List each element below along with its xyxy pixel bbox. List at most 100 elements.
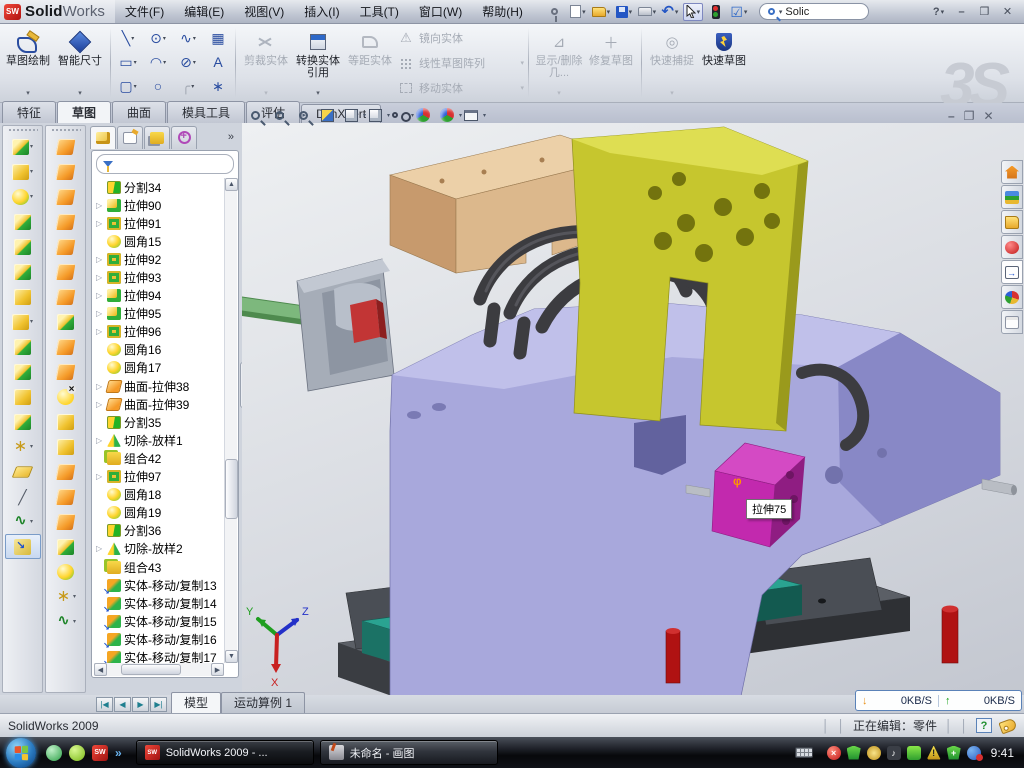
- tray-icon[interactable]: !: [927, 746, 941, 760]
- quick-snaps-button[interactable]: ◎ 快速捕捉 ▾: [646, 27, 698, 99]
- taskbar-item-solidworks[interactable]: SW SolidWorks 2009 - ...: [136, 740, 314, 765]
- expand-arrow[interactable]: ▷: [96, 436, 104, 445]
- tray-icon[interactable]: [907, 746, 921, 760]
- tree-item[interactable]: ▷ 拉伸95: [94, 305, 224, 323]
- command-tab[interactable]: 曲面: [112, 101, 166, 123]
- hud-tool-button[interactable]: [341, 106, 361, 124]
- messenger-icon[interactable]: [46, 745, 62, 761]
- toolbar-button[interactable]: [5, 259, 41, 284]
- tree-item[interactable]: ▷ 拉伸92: [94, 250, 224, 268]
- doc-minimize-button[interactable]: –: [948, 109, 955, 123]
- display-delete-relations-button[interactable]: ⊿ 显示/删除几... ▾: [533, 27, 585, 99]
- expand-arrow[interactable]: ▷: [96, 273, 104, 282]
- save-button[interactable]: ▾: [614, 3, 634, 21]
- tree-item[interactable]: ▷ 实体-移动/复制14: [94, 594, 224, 612]
- search-box[interactable]: ▾: [759, 3, 869, 20]
- tree-item[interactable]: ▷ 拉伸96: [94, 323, 224, 341]
- solidworks-quicklaunch-icon[interactable]: SW: [92, 745, 108, 761]
- toolbar-button[interactable]: [48, 459, 84, 484]
- hud-tool-button[interactable]: [293, 106, 313, 124]
- toolbar-button[interactable]: [48, 209, 84, 234]
- new-file-button[interactable]: ▾: [568, 3, 588, 21]
- scroll-left-button[interactable]: ◀: [94, 663, 107, 676]
- toolbar-button[interactable]: [5, 459, 41, 484]
- start-button[interactable]: [6, 738, 36, 768]
- hud-tool-button[interactable]: [389, 106, 409, 124]
- task-pane-tab[interactable]: [1001, 285, 1023, 309]
- spline-tool[interactable]: ∿▾: [173, 30, 203, 47]
- expand-arrow[interactable]: ▷: [96, 400, 104, 409]
- tree-item[interactable]: ▷ 拉伸94: [94, 287, 224, 305]
- task-pane-tab[interactable]: [1001, 160, 1023, 184]
- taskbar-item-paint[interactable]: 未命名 - 画图: [320, 740, 498, 765]
- doc-close-button[interactable]: ✕: [983, 109, 993, 123]
- menu-item[interactable]: 窗口(W): [409, 0, 472, 23]
- toolbar-button[interactable]: [48, 284, 84, 309]
- menu-item[interactable]: 帮助(H): [472, 0, 533, 23]
- green-app-icon[interactable]: [69, 745, 85, 761]
- toolbar-button[interactable]: [5, 284, 41, 309]
- tree-item[interactable]: ▷ 实体-移动/复制15: [94, 612, 224, 630]
- tray-icon[interactable]: +: [947, 746, 961, 760]
- doc-restore-button[interactable]: ❐: [964, 109, 975, 123]
- toolbar-button[interactable]: [5, 234, 41, 259]
- tray-icon[interactable]: [867, 746, 881, 760]
- linear-pattern-button[interactable]: 线性草图阵列▾: [398, 53, 526, 73]
- menu-item[interactable]: 插入(I): [294, 0, 349, 23]
- text-tool[interactable]: A: [203, 54, 233, 70]
- panel-overflow-chevron[interactable]: »: [228, 131, 240, 143]
- expand-arrow[interactable]: ▷: [96, 309, 104, 318]
- tab-dimxpert-manager[interactable]: [171, 126, 197, 149]
- tray-icon[interactable]: [847, 746, 861, 760]
- tree-horizontal-scrollbar[interactable]: ◀ ▶: [94, 663, 224, 676]
- toolbar-button[interactable]: [48, 134, 84, 159]
- toolbar-button[interactable]: [48, 609, 84, 634]
- tree-item[interactable]: ▷ 圆角15: [94, 232, 224, 250]
- rebuild-traffic-light-icon[interactable]: [706, 3, 726, 21]
- tree-item[interactable]: ▷ 分割35: [94, 413, 224, 431]
- sketch-fillet-tool[interactable]: ╭▾: [173, 78, 203, 95]
- tree-item[interactable]: ▷ 拉伸91: [94, 214, 224, 232]
- close-button[interactable]: ✕: [999, 4, 1016, 19]
- circle-tool[interactable]: ⊙▾: [143, 30, 173, 47]
- hscroll-thumb[interactable]: [121, 664, 181, 675]
- viewport[interactable]: φ Y Z X: [242, 123, 1024, 695]
- scroll-right-button[interactable]: ▶: [211, 663, 224, 676]
- toolbar-button[interactable]: [48, 384, 84, 409]
- ellipse-tool[interactable]: ⊘▾: [173, 54, 203, 71]
- toolbar-button[interactable]: [48, 234, 84, 259]
- tree-item[interactable]: ▷ 曲面-拉伸39: [94, 395, 224, 413]
- task-pane-tab[interactable]: [1001, 235, 1023, 259]
- tree-item[interactable]: ▷ 分割36: [94, 522, 224, 540]
- search-input[interactable]: [785, 6, 845, 18]
- tree-item[interactable]: ▷ 圆角18: [94, 486, 224, 504]
- undo-button[interactable]: ↶▾: [660, 3, 680, 21]
- scroll-down-button[interactable]: ▼: [225, 650, 238, 663]
- expand-arrow[interactable]: ▷: [96, 255, 104, 264]
- toolbar-button[interactable]: [48, 484, 84, 509]
- expand-arrow[interactable]: ▷: [96, 327, 104, 336]
- toolbar-button[interactable]: [48, 259, 84, 284]
- tab-motion-study[interactable]: 运动算例 1: [221, 692, 305, 713]
- rapid-sketch-button[interactable]: 快速草图: [698, 27, 750, 99]
- menu-item[interactable]: 工具(T): [350, 0, 409, 23]
- point-tool[interactable]: ∗: [203, 78, 233, 95]
- toolbar-button[interactable]: [48, 334, 84, 359]
- smart-dimension-button[interactable]: 智能尺寸 ▾: [54, 27, 106, 99]
- open-file-button[interactable]: ▾: [591, 3, 611, 21]
- model-canvas[interactable]: φ Y Z X: [242, 123, 1024, 695]
- toolbar-button[interactable]: [48, 309, 84, 334]
- toolbar-button[interactable]: [5, 409, 41, 434]
- toolbar-button[interactable]: [5, 384, 41, 409]
- toolbar-button[interactable]: [5, 434, 41, 459]
- hud-tool-button[interactable]: [317, 106, 337, 124]
- expand-arrow[interactable]: ▷: [96, 201, 104, 210]
- tab-model[interactable]: 模型: [171, 692, 221, 713]
- scroll-up-button[interactable]: ▲: [225, 178, 238, 191]
- tree-item[interactable]: ▷ 实体-移动/复制17: [94, 648, 224, 663]
- tab-feature-manager[interactable]: [90, 126, 116, 149]
- help-button[interactable]: ?▾: [930, 4, 947, 19]
- tree-item[interactable]: ▷ 拉伸93: [94, 268, 224, 286]
- tray-icon[interactable]: [967, 746, 981, 760]
- toolbar-button[interactable]: [48, 359, 84, 384]
